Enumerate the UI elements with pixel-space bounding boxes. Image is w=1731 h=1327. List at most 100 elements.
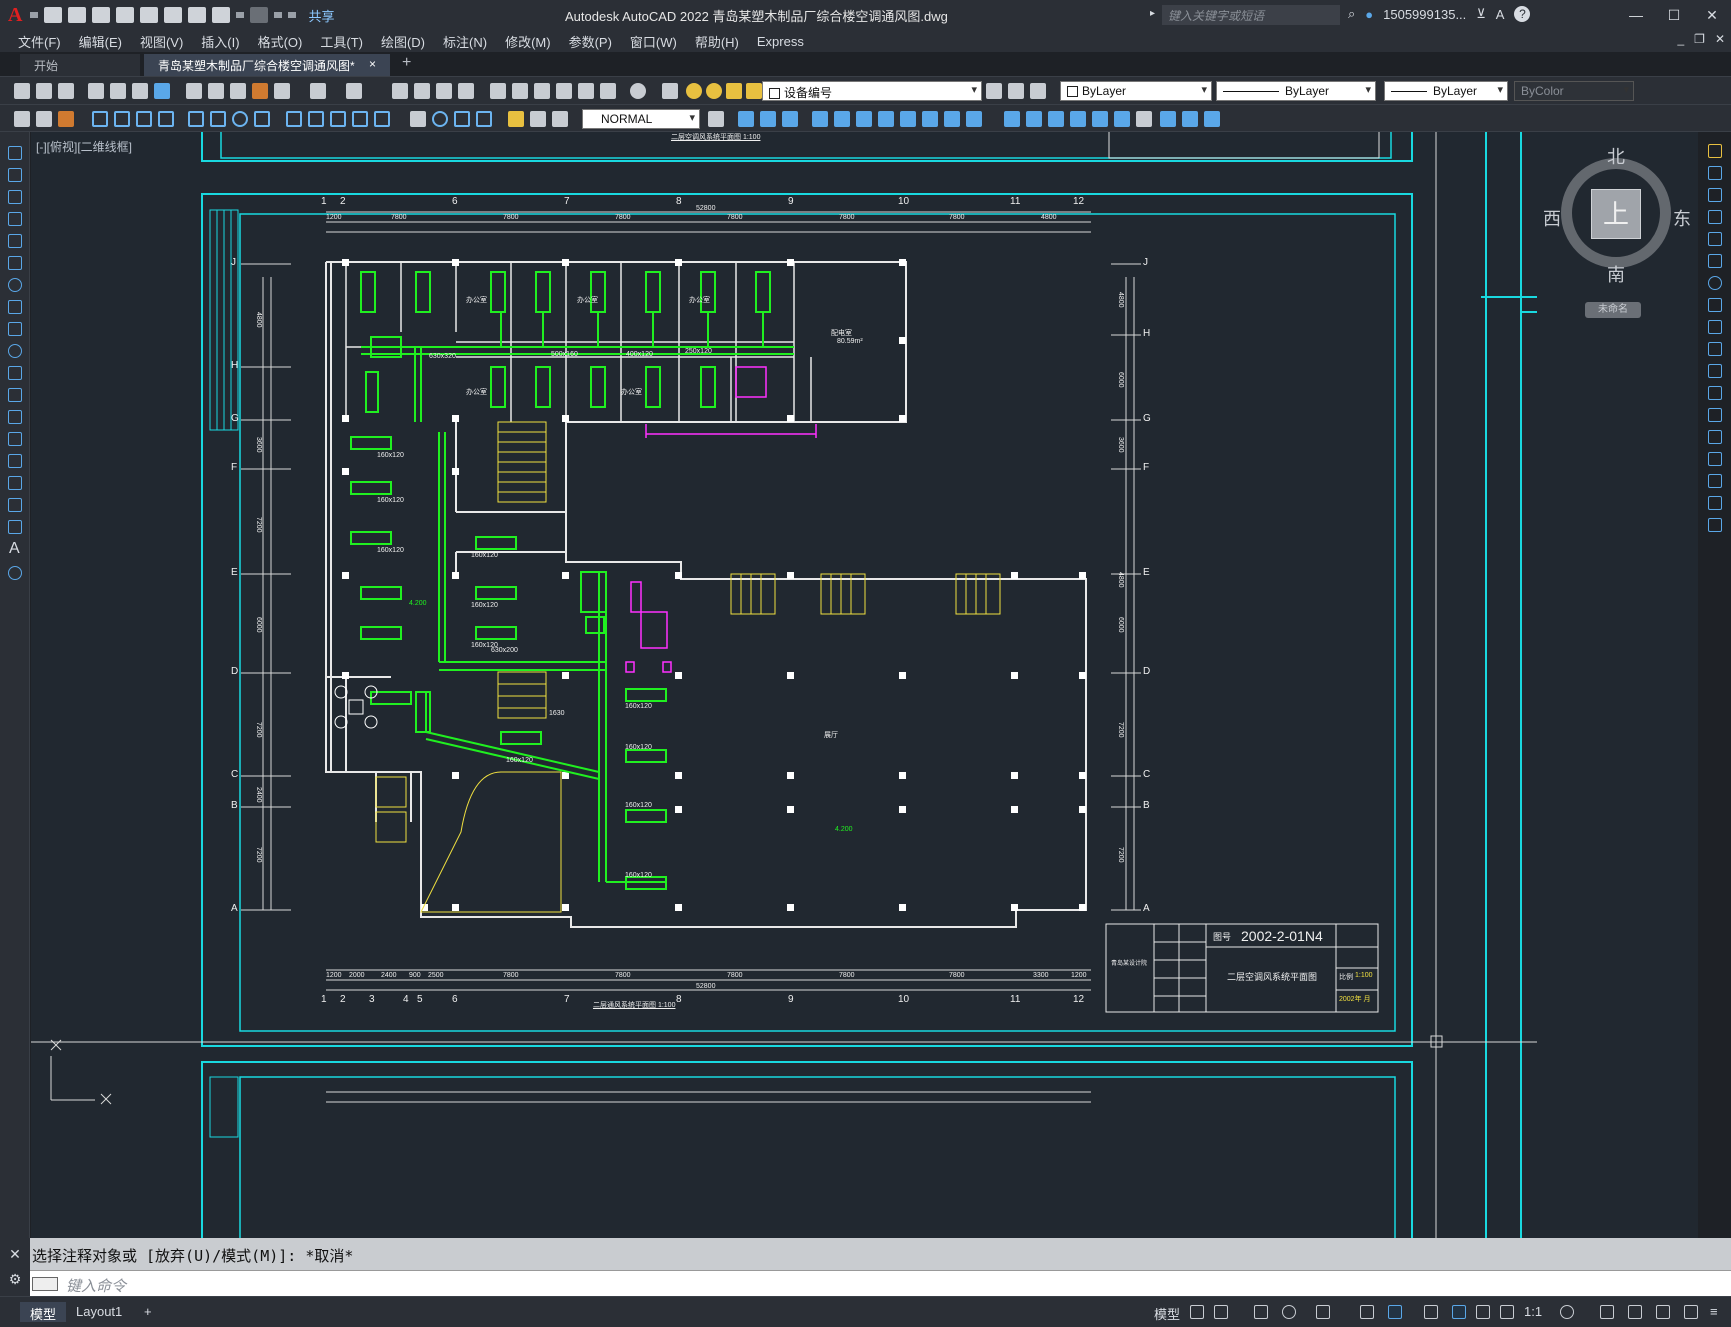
open-file-icon[interactable] — [36, 83, 52, 99]
layer-previous-icon[interactable] — [1008, 83, 1024, 99]
stretch-tool-icon[interactable] — [1708, 320, 1722, 334]
table-icon[interactable] — [8, 520, 22, 534]
command-input[interactable]: 键入命令 — [66, 1275, 126, 1296]
customize-status-icon[interactable]: ≡ — [1710, 1304, 1718, 1319]
break-icon[interactable] — [1048, 111, 1064, 127]
customize-qat-icon[interactable] — [288, 12, 297, 18]
extend-icon[interactable] — [1026, 111, 1042, 127]
mirror-tool-icon[interactable] — [1708, 188, 1722, 202]
search-input[interactable]: 键入关键字或短语 — [1162, 5, 1340, 25]
arc-icon[interactable] — [8, 256, 22, 270]
copy-tool-icon[interactable] — [1708, 166, 1722, 180]
rotate-icon[interactable] — [878, 111, 894, 127]
join-icon[interactable] — [1070, 111, 1086, 127]
ordinate-dim-icon[interactable] — [158, 111, 174, 127]
menu-express[interactable]: Express — [757, 34, 804, 49]
calculator-icon[interactable] — [600, 83, 616, 99]
qnew-icon[interactable] — [14, 83, 30, 99]
scale-tool-icon[interactable] — [1708, 298, 1722, 312]
radius-dim-icon[interactable] — [188, 111, 204, 127]
layer-combo[interactable]: 设备编号 — [762, 81, 982, 101]
construction-line-icon[interactable] — [8, 168, 22, 182]
lengthen-icon[interactable] — [1182, 111, 1198, 127]
block-editor-icon[interactable] — [274, 83, 290, 99]
explode-tool-icon[interactable] — [1708, 518, 1722, 532]
app-menu-arrow-icon[interactable] — [30, 12, 39, 18]
make-block-icon[interactable] — [8, 410, 22, 424]
menu-insert[interactable]: 插入(I) — [201, 32, 239, 51]
dim-space-icon[interactable] — [352, 111, 368, 127]
draw-order-front-icon[interactable] — [738, 111, 754, 127]
annotation-visibility-icon[interactable] — [1452, 1305, 1466, 1319]
center-mark-icon[interactable] — [432, 111, 448, 127]
make-current-icon[interactable] — [986, 83, 1002, 99]
polygon-icon[interactable] — [8, 212, 22, 226]
rectangle-icon[interactable] — [8, 234, 22, 248]
layer-on-icon[interactable] — [686, 83, 702, 99]
explode-icon[interactable] — [1136, 111, 1152, 127]
trim-tool-icon[interactable] — [1708, 342, 1722, 356]
trim-icon[interactable] — [1004, 111, 1020, 127]
layer-lock-icon[interactable] — [746, 83, 762, 99]
dim-update-icon[interactable] — [552, 111, 568, 127]
menu-file[interactable]: 文件(F) — [18, 32, 61, 51]
ellipse-icon[interactable] — [8, 344, 22, 358]
erase-tool-icon[interactable] — [1708, 144, 1722, 158]
workspace-gear-icon[interactable] — [1560, 1305, 1574, 1319]
lineweight-icon[interactable] — [1424, 1305, 1438, 1319]
diameter-dim-icon[interactable] — [232, 111, 248, 127]
compass-south[interactable]: 南 — [1607, 261, 1625, 287]
erase-icon[interactable] — [1160, 111, 1176, 127]
menu-format[interactable]: 格式(O) — [258, 32, 303, 51]
undo-dropdown-icon[interactable] — [236, 12, 245, 18]
user-icon[interactable]: ● — [1365, 7, 1373, 22]
new-tab-button[interactable]: + — [402, 54, 411, 76]
layer-states-icon[interactable] — [1030, 83, 1046, 99]
model-space-button[interactable]: 模型 — [1154, 1304, 1180, 1323]
expand-search-icon[interactable]: ▸ — [1150, 8, 1155, 19]
dim-edit-icon[interactable] — [508, 111, 524, 127]
menu-edit[interactable]: 编辑(E) — [79, 32, 122, 51]
menu-help[interactable]: 帮助(H) — [695, 32, 739, 51]
autoscale-icon[interactable] — [1476, 1305, 1490, 1319]
copy-object-icon[interactable] — [834, 111, 850, 127]
scale-readout[interactable]: 1:1 — [1524, 1304, 1542, 1319]
sheet-set-icon[interactable] — [556, 83, 572, 99]
save-icon[interactable] — [92, 7, 111, 23]
viewcube[interactable]: 上 北 南 西 东 — [1543, 143, 1691, 293]
extend-tool-icon[interactable] — [1708, 364, 1722, 378]
design-center-icon[interactable] — [512, 83, 528, 99]
zoom-window-icon[interactable] — [436, 83, 452, 99]
doc-restore-icon[interactable]: ❐ — [1694, 32, 1705, 46]
annotate-sync-icon[interactable] — [58, 111, 74, 127]
menu-modify[interactable]: 修改(M) — [505, 32, 551, 51]
open-icon[interactable] — [68, 7, 87, 23]
dim-break-icon[interactable] — [374, 111, 390, 127]
gradient-icon[interactable] — [8, 476, 22, 490]
pedit-icon[interactable] — [1204, 111, 1220, 127]
viewport-controls[interactable]: [-][俯视][二维线框] — [36, 138, 132, 155]
hardware-accel-icon[interactable] — [1656, 1305, 1670, 1319]
undo-tool-icon[interactable] — [310, 83, 326, 99]
new-icon[interactable] — [44, 7, 63, 23]
polyline-icon[interactable] — [8, 190, 22, 204]
chamfer-tool-icon[interactable] — [1708, 452, 1722, 466]
cut-icon[interactable] — [186, 83, 202, 99]
plot-icon[interactable] — [188, 7, 207, 23]
3d-print-icon[interactable] — [154, 83, 170, 99]
layer-vp-freeze-icon[interactable] — [726, 83, 742, 99]
publish-icon[interactable] — [132, 83, 148, 99]
offset-tool-icon[interactable] — [1708, 210, 1722, 224]
tab-model[interactable]: 模型 — [20, 1302, 67, 1322]
line-icon[interactable] — [8, 146, 22, 160]
doc-minimize-icon[interactable]: _ — [1677, 32, 1684, 46]
angular-dim-icon[interactable] — [254, 111, 270, 127]
rotate-tool-icon[interactable] — [1708, 276, 1722, 290]
plot-file-icon[interactable] — [88, 83, 104, 99]
help-icon[interactable]: ? — [1514, 6, 1531, 22]
close-icon[interactable]: ✕ — [1693, 0, 1731, 30]
dim-text-edit-icon[interactable] — [530, 111, 546, 127]
linetype-combo[interactable]: ByLayer — [1216, 81, 1376, 101]
compass-east[interactable]: 东 — [1673, 205, 1691, 231]
tool-palettes-icon[interactable] — [534, 83, 550, 99]
